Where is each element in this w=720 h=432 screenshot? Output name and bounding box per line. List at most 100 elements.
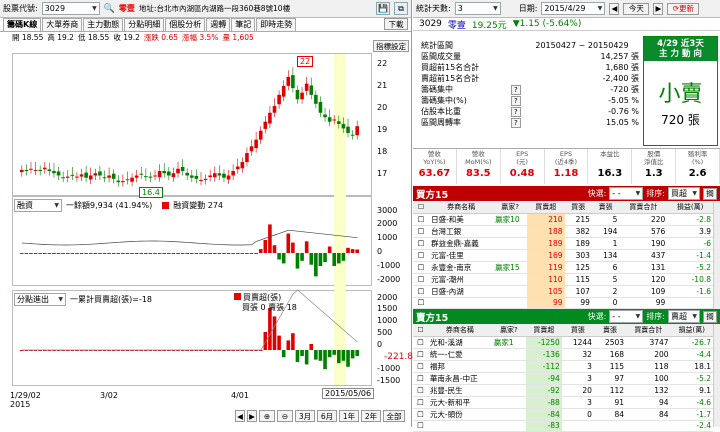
scroll-right-icon[interactable]: ▶: [247, 410, 257, 422]
branch-indicator-select[interactable]: 分點進出 ▼: [14, 293, 66, 306]
row-checkbox[interactable]: ☐: [413, 372, 428, 385]
tab-stock-analysis[interactable]: 個股分析: [165, 18, 206, 31]
column-header[interactable]: 買賣超: [527, 201, 565, 214]
broker-row[interactable]: ☐ 日盛-和美 贏家10 210 215 5 220 -2.8: [413, 213, 713, 226]
candle-body: [235, 166, 240, 170]
row-checkbox[interactable]: ☐: [413, 285, 430, 298]
buy-sort-select[interactable]: 買超 ▼: [668, 187, 700, 200]
today-button[interactable]: 今天: [623, 2, 650, 15]
scroll-left-icon[interactable]: ◀: [235, 410, 245, 422]
branch-bar: [268, 308, 272, 350]
candle-body: [185, 172, 190, 176]
broker-row[interactable]: ☐ 光和-溪湖 贏家1 -1250 1244 2503 3747 -26.7: [413, 336, 713, 349]
row-checkbox[interactable]: ☐: [413, 273, 430, 286]
buy-go-button[interactable]: 搁: [703, 187, 717, 200]
row-checkbox[interactable]: ☐: [413, 261, 430, 274]
tab-turnover[interactable]: 週轉: [206, 18, 231, 31]
column-header[interactable]: 買賣合計: [626, 324, 671, 337]
zoom-all-button[interactable]: 全部: [383, 410, 405, 422]
zoom-in-icon[interactable]: ⊕: [259, 410, 275, 422]
prev-day-icon[interactable]: ◀: [609, 2, 620, 15]
help-icon[interactable]: ?: [511, 118, 521, 128]
refresh-button[interactable]: ⟳ 更新: [667, 2, 700, 15]
zoom-bar: ◀ ▶ ⊕ ⊖ 3月 6月 1年 2年 全部: [235, 410, 405, 422]
column-header[interactable]: 贏家?: [493, 201, 528, 214]
broker-row[interactable]: ☐ 元富-潮州 110 115 5 120 -10.8: [413, 273, 713, 286]
tab-branch-detail[interactable]: 分點明細: [124, 18, 165, 31]
broker-row[interactable]: ☐ 兆豐-民生 -92 20 112 132 9.1: [413, 384, 713, 397]
broker-row[interactable]: ☐ -83 -2.4: [413, 420, 713, 432]
tab-main-force[interactable]: 主力動態: [83, 18, 124, 31]
broker-row[interactable]: ☐ 元富-佳里 169 303 134 437 -1.4: [413, 249, 713, 262]
column-header[interactable]: 損益(萬): [667, 201, 713, 214]
column-header[interactable]: 賣張: [593, 324, 627, 337]
column-header[interactable]: 券商名稱: [429, 201, 494, 214]
popout-icon[interactable]: ⧉: [394, 2, 408, 15]
download-button[interactable]: 下載: [384, 18, 408, 30]
row-checkbox[interactable]: ☐: [413, 297, 430, 309]
zoom-3m-button[interactable]: 3月: [295, 410, 315, 422]
broker-row[interactable]: ☐ 台灣工銀 188 382 194 576 3.9: [413, 225, 713, 238]
sell-fast-select[interactable]: - - ▼: [609, 310, 644, 323]
search-icon[interactable]: 🔍: [104, 4, 115, 14]
row-checkbox[interactable]: ☐: [413, 336, 428, 349]
tab-kline[interactable]: 籌碼K線: [3, 18, 42, 31]
sell-scrollbar[interactable]: [713, 324, 720, 427]
row-checkbox[interactable]: ☐: [413, 348, 428, 361]
zoom-1y-button[interactable]: 1年: [339, 410, 359, 422]
zoom-2y-button[interactable]: 2年: [361, 410, 381, 422]
row-checkbox[interactable]: ☐: [413, 408, 428, 421]
help-icon[interactable]: ?: [511, 96, 521, 106]
buy-scrollbar[interactable]: [713, 201, 720, 309]
broker-row[interactable]: ☐ 永豐金-南京 贏家15 119 125 6 131 -5.2: [413, 261, 713, 274]
tab-big-orders[interactable]: 大單券商: [42, 18, 83, 31]
margin-bar: [217, 253, 222, 254]
stock-code-input[interactable]: 3029 ▼: [41, 2, 100, 15]
column-header[interactable]: 賣張: [591, 201, 620, 214]
sell-sort-select[interactable]: 賣超 ▼: [668, 310, 700, 323]
tab-realtime[interactable]: 即時走勢: [256, 18, 297, 31]
broker-row[interactable]: ☐ 99 99 0 99: [413, 297, 713, 309]
select-all-checkbox[interactable]: ☐: [413, 324, 428, 337]
column-header[interactable]: 買張: [564, 201, 592, 214]
column-header[interactable]: 贏家?: [491, 324, 526, 337]
column-header[interactable]: 損益(萬): [670, 324, 713, 337]
broker-row[interactable]: ☐ 群益金鼎-嘉義 189 189 1 190 -6: [413, 237, 713, 250]
broker-row[interactable]: ☐ 華南永昌-中正 -94 3 97 100 -5.2: [413, 372, 713, 385]
sell-go-button[interactable]: 搁: [703, 310, 717, 323]
row-checkbox[interactable]: ☐: [413, 249, 430, 262]
zoom-out-icon[interactable]: ⊖: [277, 410, 293, 422]
indicator-settings-button[interactable]: 指標設定: [373, 40, 409, 52]
zoom-6m-button[interactable]: 6月: [317, 410, 337, 422]
broker-row[interactable]: ☐ 福邦 -112 3 115 118 18.1: [413, 360, 713, 373]
buy-fast-select[interactable]: - - ▼: [609, 187, 644, 200]
row-checkbox[interactable]: ☐: [413, 225, 430, 238]
broker-row[interactable]: ☐ 統一-仁愛 -136 32 168 200 -4.4: [413, 348, 713, 361]
date-picker[interactable]: 2015/4/29 ▼: [541, 2, 606, 15]
row-checkbox[interactable]: ☐: [413, 360, 428, 373]
help-icon[interactable]: ?: [511, 107, 521, 117]
select-all-checkbox[interactable]: ☐: [413, 201, 430, 214]
summary-row: 籌碼集中(%)? -5.05 %: [419, 95, 641, 106]
row-checkbox[interactable]: ☐: [413, 384, 428, 397]
save-icon[interactable]: 💾: [376, 2, 390, 15]
sell-volume: 2503: [593, 336, 627, 349]
help-icon[interactable]: ?: [511, 85, 521, 95]
candle-body: [291, 75, 295, 89]
tab-notes[interactable]: 筆記: [231, 18, 256, 31]
row-checkbox[interactable]: ☐: [413, 213, 430, 226]
column-header[interactable]: 券商名稱: [427, 324, 492, 337]
row-checkbox[interactable]: ☐: [413, 237, 430, 250]
column-header[interactable]: 買賣超: [525, 324, 562, 337]
margin-indicator-select[interactable]: 融資 ▼: [14, 199, 62, 212]
broker-row[interactable]: ☐ 元大-新和平 -88 3 91 94 -4.6: [413, 396, 713, 409]
broker-row[interactable]: ☐ 元大-頭份 -84 0 84 84 -1.7: [413, 408, 713, 421]
row-checkbox[interactable]: ☐: [413, 396, 428, 409]
column-header[interactable]: 買張: [561, 324, 594, 337]
days-select[interactable]: 3 ▼: [454, 2, 501, 15]
broker-row[interactable]: ☐ 日盛-內湖 105 107 2 109 -1.6: [413, 285, 713, 298]
winner-tag: [493, 237, 528, 250]
row-checkbox[interactable]: ☐: [413, 420, 428, 432]
column-header[interactable]: 買賣合計: [619, 201, 668, 214]
next-day-icon[interactable]: ▶: [653, 2, 664, 15]
